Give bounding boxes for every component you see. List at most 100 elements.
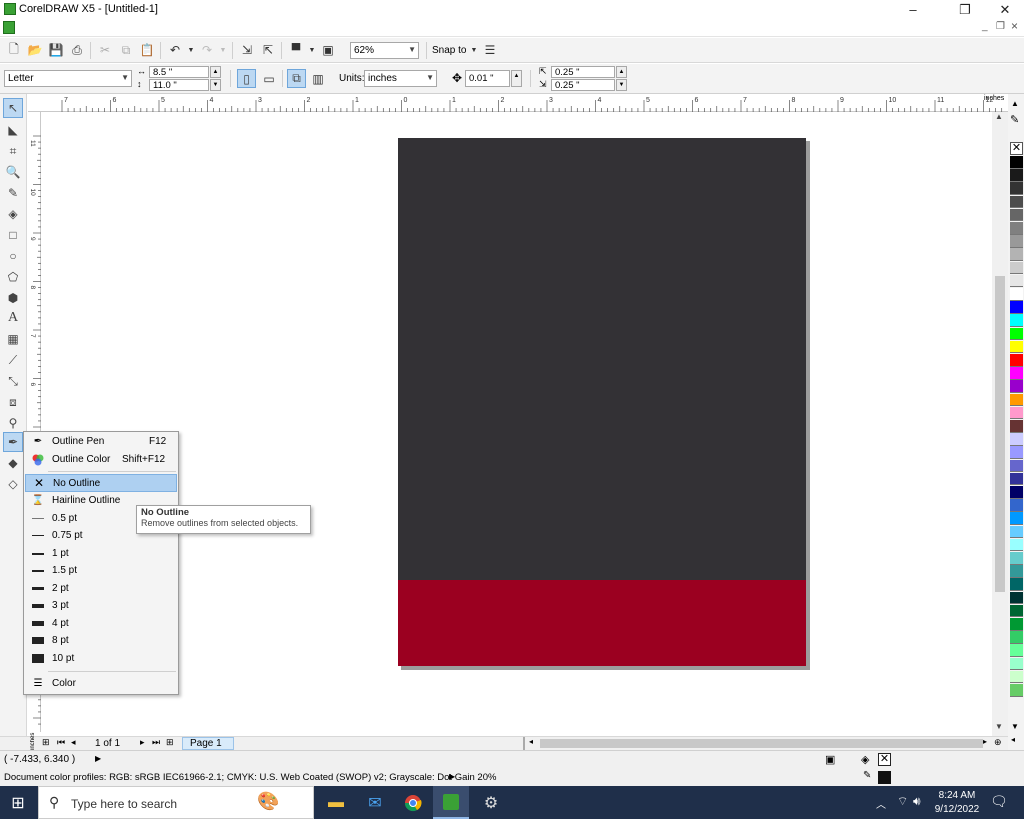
outline-tool-icon[interactable]: ✒	[3, 432, 23, 452]
menu-item-outline-color[interactable]: Outline Color Shift+F12	[25, 451, 177, 468]
palette-swatch[interactable]	[1010, 274, 1023, 288]
coords-arrow-icon[interactable]: ▶	[95, 754, 101, 763]
palette-swatch[interactable]	[1010, 327, 1023, 341]
no-color-swatch-icon[interactable]: ✕	[1010, 142, 1023, 155]
minimize-button[interactable]: –	[896, 0, 930, 19]
outline-color-swatch[interactable]	[878, 771, 891, 784]
chrome-icon[interactable]	[395, 786, 431, 819]
network-icon[interactable]: ⌔	[897, 794, 908, 809]
palette-swatch[interactable]	[1010, 618, 1023, 631]
new-icon[interactable]: 🗋	[6, 42, 22, 58]
windows-start-icon[interactable]: ⊞	[0, 786, 36, 819]
palette-swatch[interactable]	[1010, 380, 1023, 393]
current-page-icon[interactable]: ▥	[310, 71, 326, 87]
palette-swatch[interactable]	[1010, 657, 1023, 671]
palette-swatch[interactable]	[1010, 578, 1023, 591]
fill-tool-icon[interactable]: ◆	[3, 453, 23, 473]
navigator-icon[interactable]: ⊕	[994, 737, 1002, 748]
fill-none-swatch-icon[interactable]: ✕	[878, 753, 891, 766]
show-hidden-icons-icon[interactable]: ︿	[876, 796, 886, 811]
next-page-icon[interactable]: ▸	[140, 737, 145, 748]
blend-tool-icon[interactable]: ⧈	[3, 392, 23, 412]
export-icon[interactable]: ⇱	[260, 42, 276, 58]
red-band-rectangle[interactable]	[398, 580, 806, 666]
palette-swatch[interactable]	[1010, 631, 1023, 644]
palette-swatch[interactable]	[1010, 525, 1023, 539]
palette-scroll-up-icon[interactable]: ▲	[1011, 99, 1019, 108]
basic-shapes-tool-icon[interactable]: ⬢	[3, 288, 23, 308]
portrait-icon[interactable]: ▯	[237, 69, 256, 88]
document-icon[interactable]	[3, 21, 15, 34]
palette-swatch[interactable]	[1010, 406, 1023, 420]
palette-swatch[interactable]	[1010, 222, 1023, 235]
menu-item-3pt[interactable]: 3 pt	[25, 597, 177, 614]
scroll-left-icon[interactable]: ◂	[529, 737, 533, 746]
undo-icon[interactable]: ↶	[167, 42, 183, 58]
horizontal-ruler[interactable]: 7 6 5 4 3 2 1 0 1 2 3 4 5 6 7 8 9 10 11 12 inches	[28, 94, 1008, 112]
doc-minimize-button[interactable]: _	[982, 21, 988, 32]
add-page-before-icon[interactable]: ⊞	[42, 737, 50, 748]
polygon-tool-icon[interactable]: ⬠	[3, 267, 23, 287]
palette-swatch[interactable]	[1010, 261, 1023, 275]
doc-restore-button[interactable]: ❐	[996, 21, 1005, 32]
connector-tool-icon[interactable]: ⤡	[3, 371, 23, 391]
last-page-icon[interactable]: ⏭	[152, 737, 160, 748]
palette-swatch[interactable]	[1010, 195, 1023, 209]
notifications-icon[interactable]: 🗨︎	[990, 793, 1008, 810]
menu-item-1pt[interactable]: 1 pt	[25, 545, 177, 562]
palette-swatch[interactable]	[1010, 459, 1023, 473]
coreldraw-taskbar-icon[interactable]	[433, 786, 469, 819]
palette-swatch[interactable]	[1010, 354, 1023, 367]
mail-icon[interactable]: ✉	[357, 786, 393, 819]
print-icon[interactable]: ⎙	[69, 42, 85, 58]
open-icon[interactable]: 📂	[27, 42, 43, 58]
clock-date[interactable]: 9/12/2022	[933, 804, 981, 815]
eyedropper-icon[interactable]: ✎	[1010, 113, 1019, 126]
taskbar-search-box[interactable]: ⚲ Type here to search 🎨	[38, 786, 314, 819]
rectangle-tool-icon[interactable]: □	[3, 225, 23, 245]
nudge-spinner[interactable]: ▲	[511, 70, 522, 87]
palette-swatch[interactable]	[1010, 499, 1023, 512]
volume-icon[interactable]: 🔊︎	[913, 794, 921, 809]
paper-size-combo[interactable]: Letter ▼	[4, 70, 132, 87]
page-width-field[interactable]: 8.5 "	[149, 66, 209, 78]
pick-tool-icon[interactable]: ↖	[3, 98, 23, 118]
freehand-tool-icon[interactable]: ✎	[3, 183, 23, 203]
ellipse-tool-icon[interactable]: ○	[3, 246, 23, 266]
options-icon[interactable]: ☰	[482, 42, 498, 58]
import-icon[interactable]: ⇲	[239, 42, 255, 58]
shape-tool-icon[interactable]: ◣	[3, 120, 23, 140]
prev-page-icon[interactable]: ◂	[71, 737, 76, 748]
palette-swatch[interactable]	[1010, 393, 1023, 407]
clock-time[interactable]: 8:24 AM	[935, 790, 979, 801]
save-icon[interactable]: 💾	[48, 42, 64, 58]
doc-close-button[interactable]: ×	[1011, 19, 1018, 33]
menu-item-4pt[interactable]: 4 pt	[25, 615, 177, 632]
redo-dropdown-icon[interactable]: ▼	[215, 42, 231, 58]
page-height-field[interactable]: 11.0 "	[149, 79, 209, 91]
eyedropper-tool-icon[interactable]: ⚲	[3, 413, 23, 433]
launcher-dropdown-icon[interactable]: ▼	[304, 42, 320, 58]
menu-item-2pt[interactable]: 2 pt	[25, 580, 177, 597]
palette-swatch[interactable]	[1010, 512, 1023, 525]
corel-photo-icon[interactable]: ⚙	[473, 786, 509, 819]
menu-item-outline-pen[interactable]: ✒ Outline Pen F12	[25, 433, 177, 450]
cut-icon[interactable]: ✂	[97, 42, 113, 58]
welcome-screen-icon[interactable]: ▣	[320, 42, 336, 58]
palette-swatch[interactable]	[1010, 420, 1023, 433]
palette-swatch[interactable]	[1010, 314, 1023, 327]
palette-swatch[interactable]	[1010, 644, 1023, 657]
snap-status-icon[interactable]: ▣	[825, 753, 835, 766]
palette-swatch[interactable]	[1010, 208, 1023, 222]
vertical-scroll-thumb[interactable]	[995, 276, 1005, 592]
palette-swatch[interactable]	[1010, 591, 1023, 605]
palette-swatch[interactable]	[1010, 235, 1023, 248]
zoom-levels-combo[interactable]: 62% ▼	[350, 42, 419, 59]
smart-fill-tool-icon[interactable]: ◈	[3, 204, 23, 224]
palette-expand-icon[interactable]: ◂	[1011, 735, 1015, 744]
palette-swatch[interactable]	[1010, 367, 1023, 380]
palette-swatch[interactable]	[1010, 486, 1023, 499]
scroll-down-icon[interactable]: ▼	[995, 722, 1003, 731]
profiles-arrow-icon[interactable]: ▶	[449, 772, 455, 781]
interactive-fill-tool-icon[interactable]: ◇	[3, 474, 23, 494]
